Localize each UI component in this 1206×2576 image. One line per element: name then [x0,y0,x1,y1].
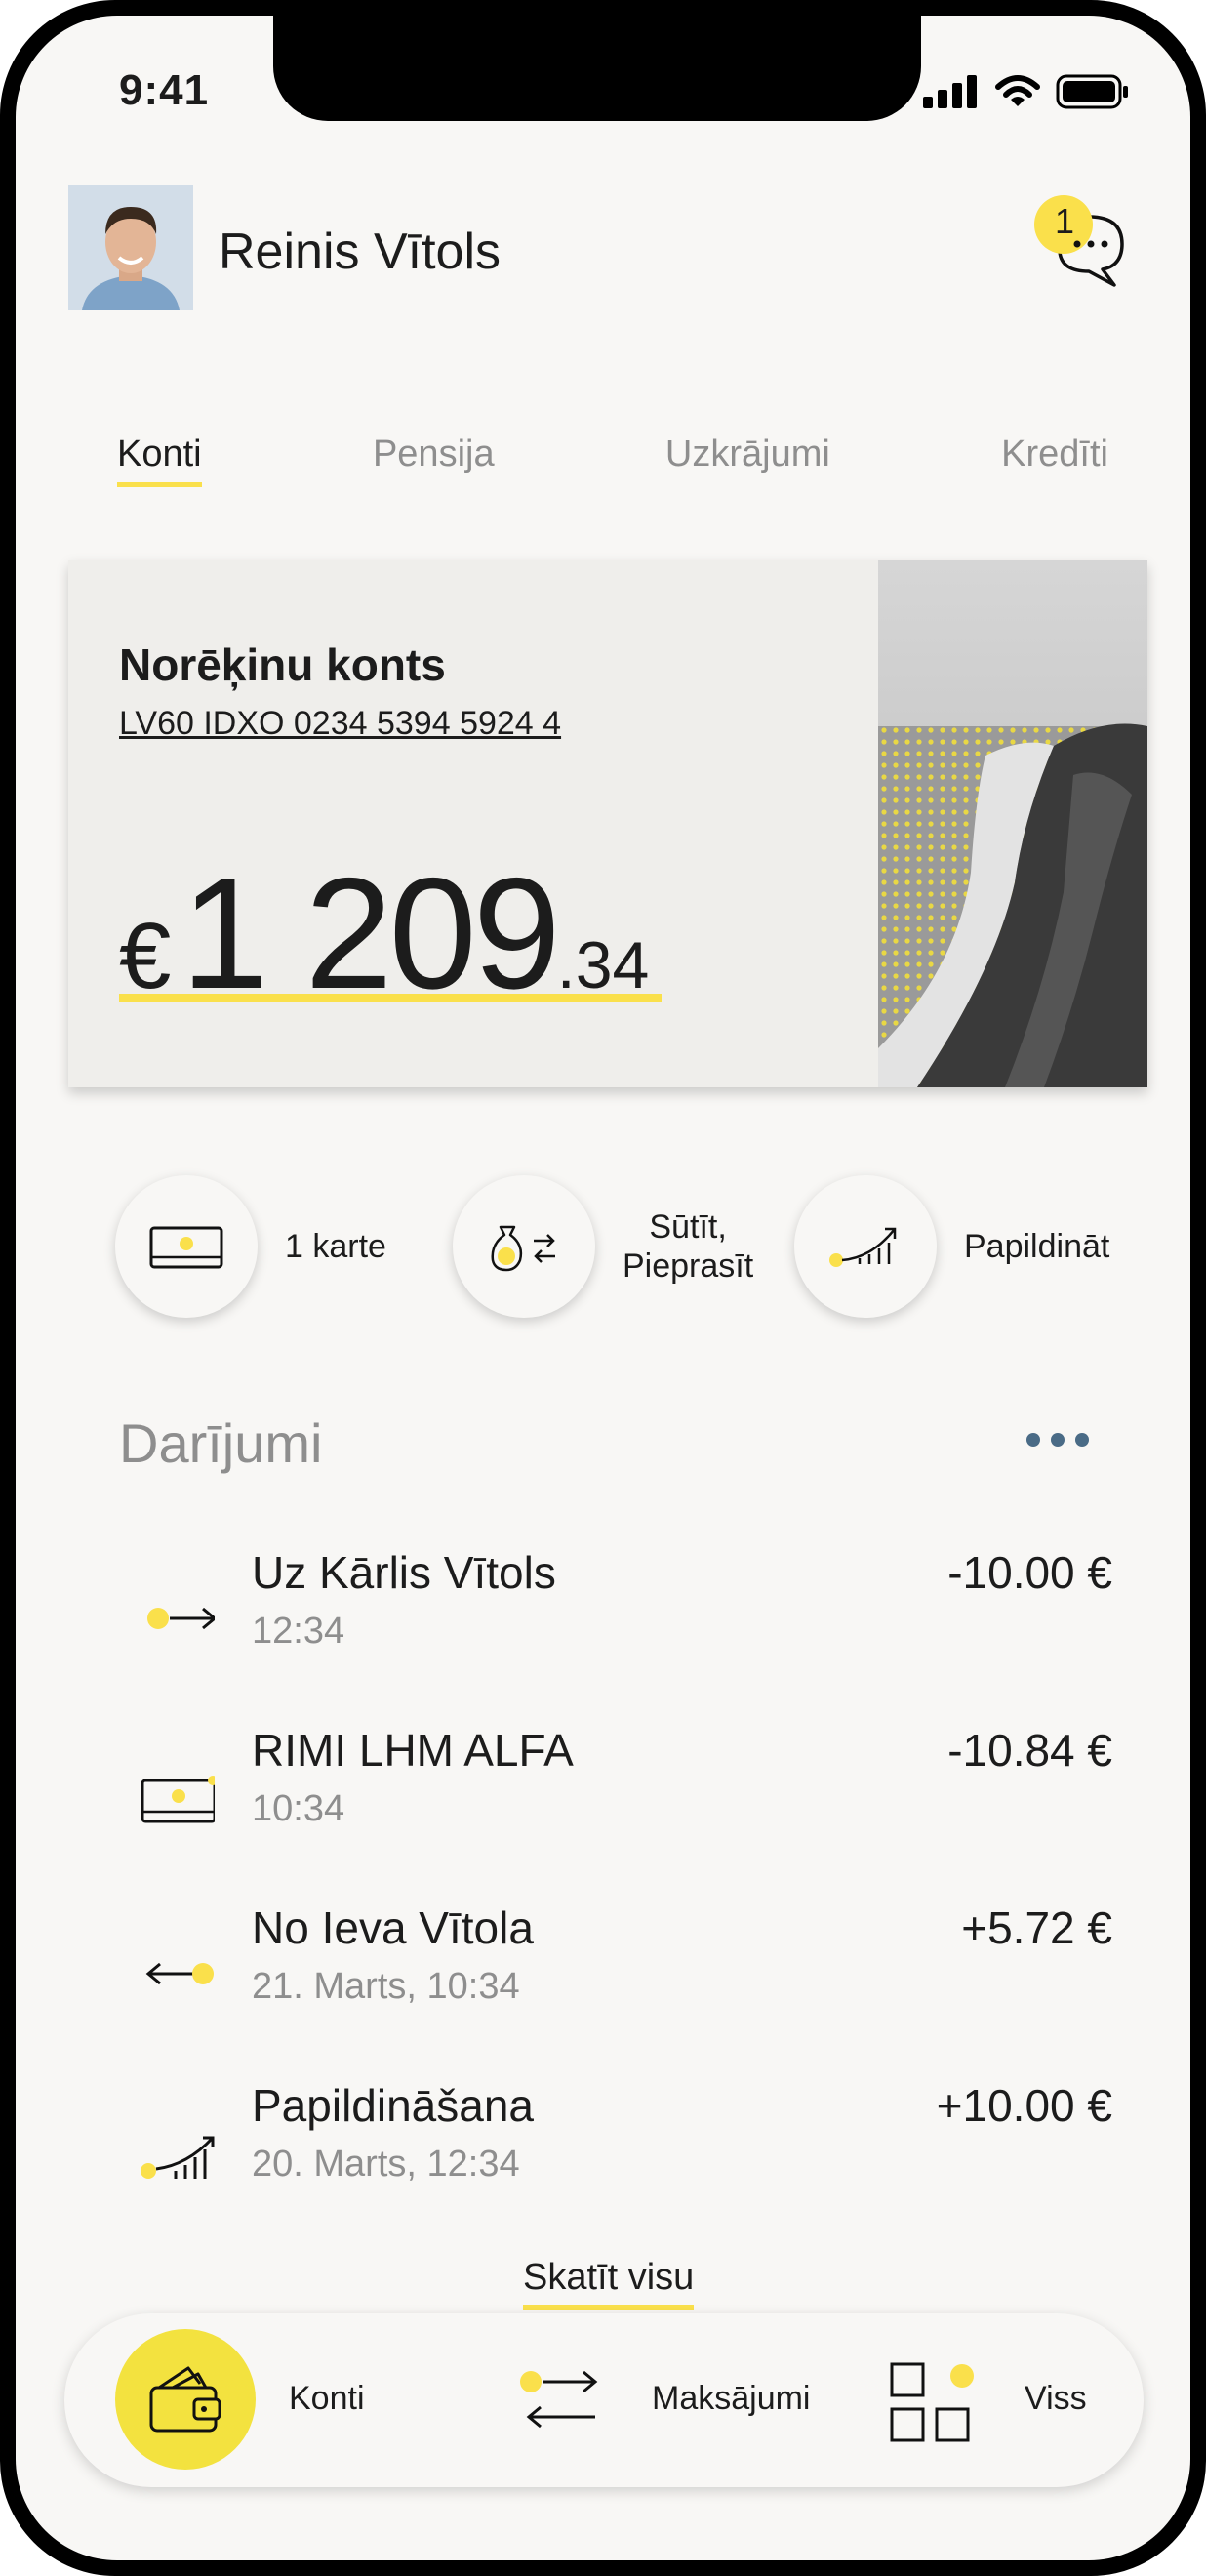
account-iban[interactable]: LV60 IDXO 0234 5394 5924 4 [119,705,561,743]
cards-action-label: 1 karte [285,1228,386,1265]
signal-icon [923,75,977,108]
send-request-circle[interactable] [453,1175,595,1318]
growth-chart-icon [829,1227,897,1267]
more-options-icon[interactable] [1026,1433,1089,1447]
avatar[interactable] [68,185,193,310]
tab-uzkrajumi[interactable]: Uzkrājumi [665,433,830,485]
transaction-time: 12:34 [252,1611,345,1652]
transaction-name: Papildināšana [252,2080,535,2131]
top-up-circle[interactable] [794,1175,937,1318]
transaction-row[interactable]: RIMI LHM ALFA 10:34 -10.84 € [117,1724,1112,1870]
cards-action-circle[interactable] [115,1175,258,1318]
phone-frame: 9:41 Reinis Vītols 1 Konti Pensija Uzkrā… [0,0,1206,2576]
transaction-name: RIMI LHM ALFA [252,1725,574,1776]
notification-count: 1 [1054,201,1075,241]
balance-underline [119,994,662,1002]
transaction-time: 20. Marts, 12:34 [252,2144,520,2185]
send-request-label-line1: Sūtīt, [649,1208,727,1246]
transaction-row[interactable]: Uz Kārlis Vītols 12:34 -10.00 € [117,1546,1112,1693]
card-icon [141,1776,215,1823]
top-up-action[interactable]: Papildināt [794,1173,1109,1320]
money-bag-transfer-icon [491,1225,555,1272]
screen: 9:41 Reinis Vītols 1 Konti Pensija Uzkrā… [16,16,1190,2560]
wifi-icon [995,75,1040,106]
growth-chart-icon [141,2136,215,2179]
card-icon [149,1226,223,1269]
incoming-arrow-icon [145,1962,214,1985]
balance-decimal: .34 [556,928,650,1002]
chat-icon [1034,195,1124,287]
status-icons [923,74,1130,109]
transactions-title: Darījumi [119,1412,323,1474]
avatar-image [68,185,193,310]
tab-pensija[interactable]: Pensija [373,433,495,485]
transaction-row[interactable]: Papildināšana 20. Marts, 12:34 +10.00 € [117,2079,1112,2226]
send-request-action[interactable]: Sūtīt, Pieprasīt [453,1173,753,1320]
transaction-amount: -10.00 € [947,1547,1112,1598]
status-time: 9:41 [119,66,210,114]
battery-icon [1056,74,1128,109]
tab-krediti[interactable]: Kredīti [1001,433,1108,485]
transaction-time: 21. Marts, 10:34 [252,1966,520,2007]
top-up-label: Papildināt [964,1228,1110,1265]
cards-action[interactable]: 1 karte [115,1173,386,1320]
transaction-row[interactable]: No Ieva Vītola 21. Marts, 10:34 +5.72 € [117,1901,1112,2048]
user-name: Reinis Vītols [219,224,501,280]
nav-konti-label[interactable]: Konti [289,2380,365,2418]
transaction-amount: +10.00 € [936,2080,1112,2131]
notch [273,16,921,121]
transaction-amount: -10.84 € [947,1725,1112,1776]
send-request-label: Sūtīt, Pieprasīt [623,1207,753,1286]
bottom-navigation: Konti Maksājumi Viss [64,2313,1144,2487]
nav-maksajumi-label[interactable]: Maksājumi [652,2380,810,2418]
see-all-link[interactable]: Skatīt visu [523,2257,695,2310]
outgoing-arrow-icon [147,1607,215,1630]
grid-icon[interactable] [888,2356,982,2450]
transfer-arrows-icon[interactable] [517,2364,605,2438]
account-title: Norēķinu konts [119,639,446,690]
transaction-time: 10:34 [252,1788,345,1829]
coastline-image [878,560,1147,1087]
tab-konti[interactable]: Konti [117,433,202,487]
account-card[interactable]: Norēķinu konts LV60 IDXO 0234 5394 5924 … [68,560,1147,1087]
messages-button[interactable]: 1 [1032,195,1140,303]
transaction-amount: +5.72 € [961,1902,1112,1953]
nav-viss-label[interactable]: Viss [1025,2380,1087,2418]
tab-bar: Konti Pensija Uzkrājumi Kredīti [117,433,1108,487]
wallet-icon [149,2366,221,2433]
transaction-name: Uz Kārlis Vītols [252,1547,556,1598]
send-request-label-line2: Pieprasīt [623,1247,754,1285]
transaction-name: No Ieva Vītola [252,1902,534,1953]
nav-konti-button[interactable] [115,2329,256,2470]
